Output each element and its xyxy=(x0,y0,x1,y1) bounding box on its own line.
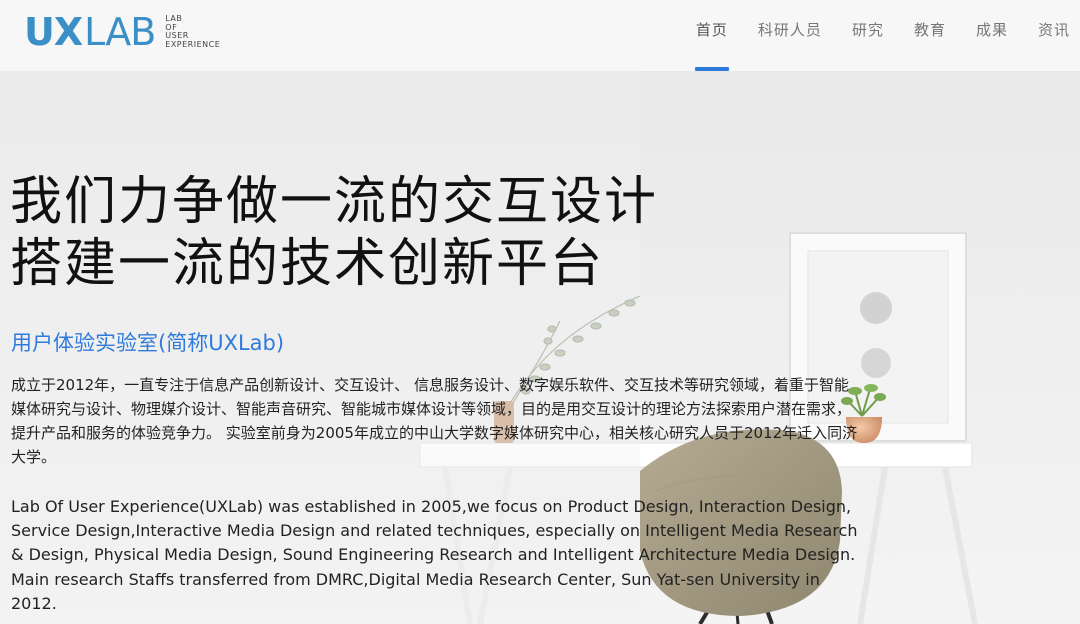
intro-paragraph-chinese: 成立于2012年，一直专注于信息产品创新设计、交互设计、 信息服务设计、数字娱乐… xyxy=(11,376,858,466)
nav-item-home[interactable]: 首页 xyxy=(694,0,729,71)
logo-lab-text: LAB xyxy=(84,10,156,54)
intro-paragraph-english: Lab Of User Experience(UXLab) was establ… xyxy=(11,497,858,613)
hero-banner: 我们力争做一流的交互设计 搭建一流的技术创新平台 用户体验实验室(简称UXLab… xyxy=(0,71,1080,624)
logo-ux-text: UX xyxy=(24,10,83,54)
hero-subtitle: 用户体验实验室(简称UXLab) xyxy=(11,331,285,355)
logo-sub-line: EXPERIENCE xyxy=(165,39,221,49)
nav-item-education[interactable]: 教育 xyxy=(914,0,946,71)
nav-item-researchers[interactable]: 科研人员 xyxy=(758,0,822,71)
uxlab-logo[interactable]: UX LAB LAB OF USER EXPERIENCE xyxy=(24,12,220,52)
nav-item-news[interactable]: 资讯 xyxy=(1038,0,1070,71)
logo-subtitle: LAB OF USER EXPERIENCE xyxy=(165,14,221,49)
headline-line-1: 我们力争做一流的交互设计 xyxy=(10,172,659,232)
headline-line-2: 搭建一流的技术创新平台 xyxy=(10,234,605,294)
site-header: UX LAB LAB OF USER EXPERIENCE 首页 科研人员 研究… xyxy=(0,0,1080,71)
main-nav: 首页 科研人员 研究 教育 成果 资讯 xyxy=(694,0,1080,71)
nav-item-research[interactable]: 研究 xyxy=(852,0,884,71)
nav-item-achievements[interactable]: 成果 xyxy=(976,0,1008,71)
hero-headline: 我们力争做一流的交互设计 搭建一流的技术创新平台 xyxy=(10,171,658,295)
